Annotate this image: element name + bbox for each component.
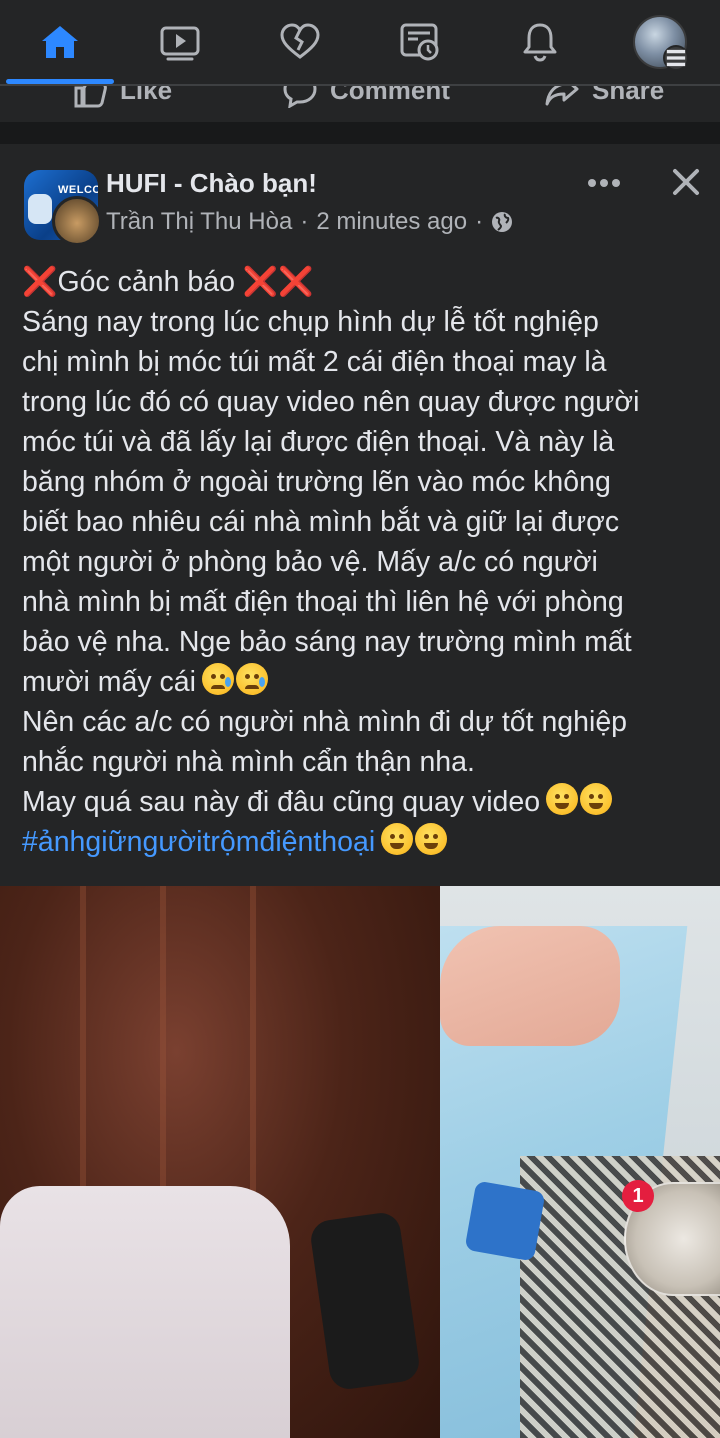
cross-mark-icon: ❌❌	[242, 266, 314, 298]
text-line: May quá sau này đi đâu cũng quay video	[22, 786, 541, 818]
author-name[interactable]: Trần Thị Thu Hòa	[106, 208, 292, 236]
hashtag-line: #ảnhgiữngườitrộmđiệnthoại	[22, 822, 712, 862]
comment-button[interactable]: Comment	[282, 86, 450, 108]
tab-notifications[interactable]	[480, 0, 600, 84]
like-button[interactable]: Like	[72, 86, 172, 108]
text-line: trong lúc đó có quay video nên quay được…	[22, 386, 640, 418]
text-line: bảo vệ nha. Nge bảo sáng nay trường mình…	[22, 626, 632, 658]
feed-separator	[0, 122, 720, 144]
cross-mark-icon: ❌	[22, 266, 58, 298]
text-line: móc túi và đã lấy lại được điện thoại. V…	[22, 426, 615, 458]
warning-title: Góc cảnh báo	[57, 266, 235, 298]
post-body: ❌Góc cảnh báo ❌❌ Sáng nay trong lúc chụp…	[22, 262, 712, 862]
laugh-emoji-group	[546, 783, 613, 815]
text-line: chị mình bị móc túi mất 2 cái điện thoại…	[22, 346, 607, 378]
tab-watch[interactable]	[120, 0, 240, 84]
group-name[interactable]: HUFI - Chào bạn!	[106, 168, 317, 199]
meta-separator-2: ·	[475, 208, 484, 235]
tab-dating[interactable]	[240, 0, 360, 84]
tab-home[interactable]	[0, 0, 120, 84]
globe-icon	[492, 212, 513, 232]
hide-post-button[interactable]	[664, 160, 708, 204]
tab-menu[interactable]	[600, 0, 720, 84]
post-timestamp[interactable]: 2 minutes ago	[316, 208, 467, 236]
text-line: băng nhóm ở ngoài trường lẽn vào móc khô…	[22, 466, 611, 498]
top-navigation-bar	[0, 0, 720, 84]
warning-title-line: ❌Góc cảnh báo ❌❌	[22, 262, 712, 302]
group-avatar-text: WELCC	[58, 184, 98, 196]
share-icon	[545, 86, 579, 106]
heart-icon	[280, 23, 320, 59]
share-label: Share	[592, 86, 665, 105]
chat-head-badge: 1	[622, 1180, 654, 1212]
text-line: biết bao nhiêu cái nhà mình bắt và giữ l…	[22, 506, 620, 538]
home-icon	[42, 26, 78, 58]
rofl-emoji-icon	[546, 783, 579, 815]
group-avatar-figure	[28, 194, 52, 224]
thumbs-up-icon	[74, 86, 107, 108]
sad-tear-emoji-icon	[201, 663, 234, 695]
photo-shirt	[0, 1186, 290, 1438]
rofl-emoji-icon	[415, 823, 448, 855]
bell-icon	[523, 23, 557, 62]
text-line: Sáng nay trong lúc chụp hình dự lễ tốt n…	[22, 306, 599, 338]
text-line: mười mấy cái	[22, 666, 196, 698]
text-line-with-emoji: May quá sau này đi đâu cũng quay video	[22, 782, 712, 822]
more-icon	[588, 179, 620, 187]
previous-post-action-bar: Like Comment Share	[0, 86, 720, 122]
share-button[interactable]: Share	[544, 86, 664, 108]
text-line: Nên các a/c có người nhà mình đi dự tốt …	[22, 706, 628, 738]
video-icon	[160, 26, 200, 61]
menu-icon	[663, 45, 689, 71]
author-avatar[interactable]	[52, 196, 102, 246]
sad-emoji-group	[201, 663, 268, 695]
photo-hand	[440, 926, 620, 1046]
tab-memories[interactable]	[360, 0, 480, 84]
laugh-emoji-group	[381, 823, 448, 855]
comment-label: Comment	[330, 86, 450, 105]
rofl-emoji-icon	[381, 823, 414, 855]
post-photo[interactable]	[0, 886, 720, 1438]
post-meta: Trần Thị Thu Hòa · 2 minutes ago ·	[106, 208, 513, 236]
close-icon	[673, 169, 699, 195]
sad-tear-emoji-icon	[235, 663, 268, 695]
meta-separator: ·	[300, 208, 309, 235]
text-line-with-emoji: mười mấy cái	[22, 662, 712, 702]
profile-avatar	[633, 15, 689, 71]
text-line: một người ở phòng bảo vệ. Mấy a/c có ngư…	[22, 546, 598, 578]
text-line: nhắc người nhà mình cẩn thận nha.	[22, 746, 475, 778]
hashtag-link[interactable]: #ảnhgiữngườitrộmđiệnthoại	[22, 826, 375, 858]
memories-icon	[400, 23, 439, 61]
post-card: WELCC HUFI - Chào bạn! Trần Thị Thu Hòa …	[0, 144, 720, 1438]
like-label: Like	[120, 86, 173, 105]
rofl-emoji-icon	[580, 783, 613, 815]
more-options-button[interactable]	[582, 166, 626, 200]
comment-icon	[283, 86, 317, 108]
photo-ribbon	[464, 1180, 546, 1262]
text-line: nhà mình bị mất điện thoại thì liên hệ v…	[22, 586, 624, 618]
